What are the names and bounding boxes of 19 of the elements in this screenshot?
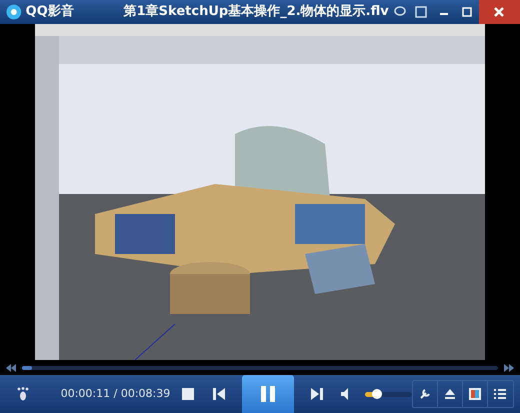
skip-back-icon bbox=[212, 388, 225, 400]
volume-slider[interactable] bbox=[365, 392, 412, 396]
eject-icon bbox=[444, 388, 456, 400]
stop-icon bbox=[182, 388, 194, 400]
rewind-icon[interactable] bbox=[6, 364, 16, 372]
window-title: 第1章SketchUp基本操作_2.物体的显示.flv bbox=[124, 2, 389, 22]
app-name: QQ影音 bbox=[26, 2, 75, 22]
close-icon bbox=[493, 6, 506, 18]
fast-forward-icon[interactable] bbox=[504, 364, 514, 372]
playback-time: 00:00:11 / 00:08:39 bbox=[60, 386, 172, 402]
app-logo-icon bbox=[6, 4, 22, 20]
close-button[interactable] bbox=[478, 0, 520, 24]
pause-button[interactable] bbox=[242, 375, 294, 413]
volume-thumb[interactable] bbox=[372, 388, 382, 398]
maximize-icon bbox=[462, 7, 472, 17]
pause-icon bbox=[261, 386, 276, 402]
skip-forward-icon bbox=[311, 388, 324, 400]
wrench-icon bbox=[418, 388, 431, 400]
list-icon bbox=[494, 388, 506, 400]
